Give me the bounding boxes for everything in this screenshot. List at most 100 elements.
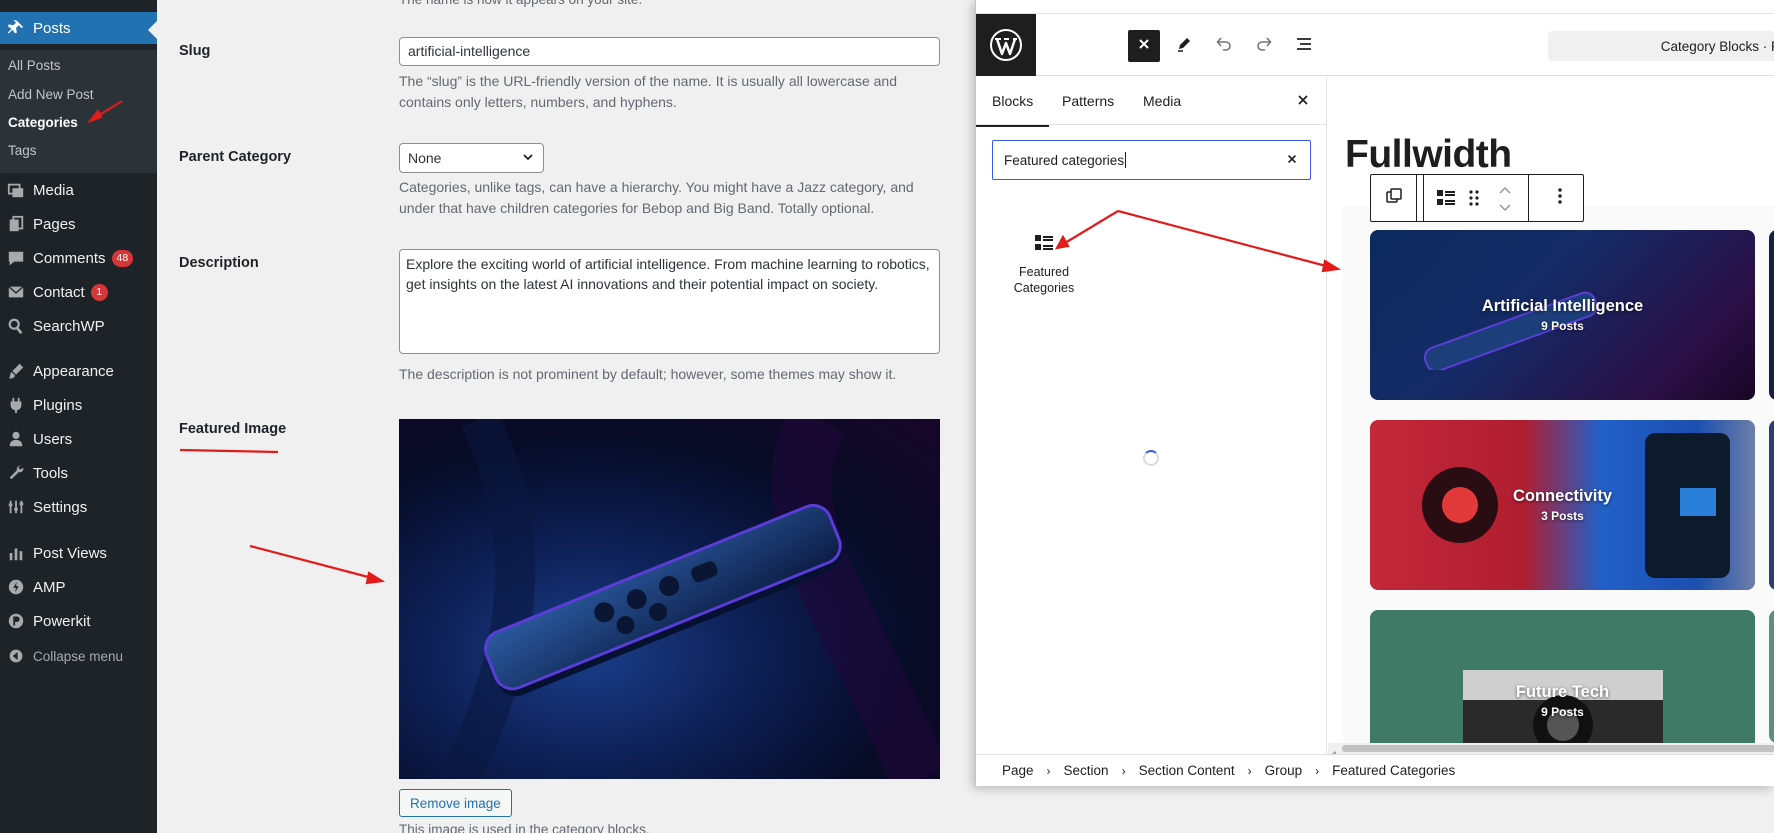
menu-powerkit[interactable]: Powerkit bbox=[0, 605, 157, 637]
next-card-peek bbox=[1769, 230, 1774, 400]
menu-label: Settings bbox=[33, 498, 88, 516]
block-breadcrumb: Page › Section › Section Content › Group… bbox=[976, 754, 1774, 786]
comments-icon bbox=[0, 249, 32, 267]
remove-image-button[interactable]: Remove image bbox=[399, 789, 512, 817]
breadcrumb-item[interactable]: Section Content bbox=[1139, 763, 1235, 778]
tools-button[interactable] bbox=[1168, 30, 1200, 62]
menu-post-views[interactable]: Post Views bbox=[0, 537, 157, 569]
collapse-menu-button[interactable]: Collapse menu bbox=[0, 640, 157, 672]
menu-plugins[interactable]: Plugins bbox=[0, 389, 157, 421]
menu-searchwp[interactable]: SearchWP bbox=[0, 310, 157, 342]
menu-label: Comments bbox=[33, 249, 106, 267]
slug-input[interactable]: artificial-intelligence bbox=[399, 37, 940, 66]
parent-category-select[interactable]: None bbox=[399, 143, 544, 173]
move-down-icon[interactable] bbox=[1498, 201, 1512, 219]
block-item-label: Featured Categories bbox=[1013, 265, 1075, 295]
parent-help-text: Categories, unlike tags, can have a hier… bbox=[399, 179, 914, 216]
submenu-tags[interactable]: Tags bbox=[8, 143, 37, 158]
tab-blocks[interactable]: Blocks bbox=[975, 93, 1050, 127]
name-help-text: The name is how it appears on your site. bbox=[399, 0, 939, 10]
menu-media[interactable]: Media bbox=[0, 174, 157, 206]
chevron-right-icon: › bbox=[1046, 763, 1051, 778]
text-caret bbox=[1125, 152, 1127, 168]
menu-comments[interactable]: Comments 48 bbox=[0, 242, 157, 274]
tab-patterns[interactable]: Patterns bbox=[1062, 93, 1114, 109]
canvas-heading[interactable]: Fullwidth bbox=[1345, 133, 1512, 177]
next-card-peek bbox=[1769, 610, 1774, 743]
category-card-future-tech[interactable]: Future Tech 9 Posts bbox=[1370, 610, 1755, 743]
menu-pages[interactable]: Pages bbox=[0, 208, 157, 240]
menu-label: Powerkit bbox=[33, 612, 91, 630]
menu-label: Pages bbox=[33, 215, 76, 233]
list-view-icon bbox=[1294, 34, 1314, 59]
wordpress-logo-button[interactable] bbox=[976, 14, 1036, 76]
featured-image-label: Featured Image bbox=[179, 421, 287, 437]
chevron-right-icon: › bbox=[1247, 763, 1252, 778]
block-list-icon[interactable] bbox=[1436, 189, 1456, 212]
close-inserter-button[interactable] bbox=[1128, 30, 1160, 62]
undo-button[interactable] bbox=[1208, 30, 1240, 62]
menu-users[interactable]: Users bbox=[0, 423, 157, 455]
breadcrumb-item[interactable]: Page bbox=[1002, 763, 1034, 778]
document-title-bar[interactable]: Category Blocks · P bbox=[1548, 31, 1774, 61]
plugins-icon bbox=[0, 396, 32, 414]
wordpress-logo-icon bbox=[990, 29, 1022, 61]
menu-label: Contact bbox=[33, 283, 85, 301]
close-panel-button[interactable] bbox=[1296, 93, 1310, 112]
remote-control-photo bbox=[441, 419, 940, 779]
drag-handle-icon[interactable] bbox=[1468, 189, 1480, 212]
breadcrumb-item[interactable]: Featured Categories bbox=[1332, 763, 1455, 778]
menu-contact[interactable]: Contact 1 bbox=[0, 276, 157, 308]
undo-icon bbox=[1214, 34, 1234, 59]
clear-search-button[interactable] bbox=[1286, 153, 1298, 168]
category-card-connectivity[interactable]: Connectivity 3 Posts bbox=[1370, 420, 1755, 590]
block-editor-window: Category Blocks · P Blocks Patterns Medi… bbox=[975, 0, 1774, 786]
menu-label: AMP bbox=[33, 578, 66, 596]
loading-spinner bbox=[1143, 450, 1159, 466]
tab-media[interactable]: Media bbox=[1143, 93, 1181, 109]
annotation-arrow-image bbox=[249, 544, 373, 580]
comments-count-badge: 48 bbox=[111, 249, 134, 267]
description-textarea[interactable]: Explore the exciting world of artificial… bbox=[399, 249, 940, 354]
card-title: Artificial Intelligence bbox=[1481, 297, 1644, 315]
featured-categories-block-item[interactable]: Featured Categories bbox=[1004, 234, 1084, 296]
parent-category-value: None bbox=[408, 150, 442, 166]
card-title: Future Tech bbox=[1515, 683, 1610, 701]
featured-image-help-text: This image is used in the category block… bbox=[399, 822, 650, 833]
menu-posts[interactable]: Posts bbox=[0, 12, 157, 44]
menu-tools[interactable]: Tools bbox=[0, 457, 157, 489]
block-toolbar bbox=[1370, 174, 1584, 222]
menu-appearance[interactable]: Appearance bbox=[0, 355, 157, 387]
breadcrumb-item[interactable]: Section bbox=[1064, 763, 1109, 778]
horizontal-scrollbar[interactable] bbox=[1328, 743, 1774, 754]
scroll-left-arrow-icon[interactable] bbox=[1331, 745, 1337, 754]
pin-icon bbox=[0, 19, 32, 37]
menu-label: Tools bbox=[33, 464, 69, 482]
block-toolbar-group bbox=[1423, 175, 1529, 221]
parent-block-button[interactable] bbox=[1371, 175, 1417, 221]
collapse-label: Collapse menu bbox=[33, 648, 124, 664]
block-options-button[interactable] bbox=[1537, 175, 1583, 221]
redo-button[interactable] bbox=[1248, 30, 1280, 62]
menu-label: Users bbox=[33, 430, 73, 448]
scrollbar-thumb[interactable] bbox=[1342, 745, 1774, 752]
category-card-ai[interactable]: Artificial Intelligence 9 Posts bbox=[1370, 230, 1755, 400]
submenu-all-posts[interactable]: All Posts bbox=[8, 58, 61, 73]
breadcrumb-item[interactable]: Group bbox=[1265, 763, 1303, 778]
chart-icon bbox=[0, 544, 32, 562]
submenu-add-new-post[interactable]: Add New Post bbox=[8, 87, 94, 102]
pages-icon bbox=[0, 215, 32, 233]
annotation-arrowhead bbox=[365, 571, 386, 585]
chevron-right-icon: › bbox=[1315, 763, 1320, 778]
appearance-icon bbox=[0, 362, 32, 380]
block-search-input[interactable]: Featured categories bbox=[992, 140, 1311, 180]
menu-amp[interactable]: AMP bbox=[0, 571, 157, 603]
card-device-image-icon bbox=[1645, 433, 1730, 578]
document-overview-button[interactable] bbox=[1288, 30, 1320, 62]
menu-settings[interactable]: Settings bbox=[0, 491, 157, 523]
pencil-icon bbox=[1175, 35, 1193, 58]
submenu-categories[interactable]: Categories bbox=[8, 115, 78, 130]
menu-label: Post Views bbox=[33, 544, 107, 562]
block-inserter-panel: Blocks Patterns Media Featured categorie… bbox=[975, 77, 1327, 754]
move-up-icon[interactable] bbox=[1498, 183, 1512, 201]
